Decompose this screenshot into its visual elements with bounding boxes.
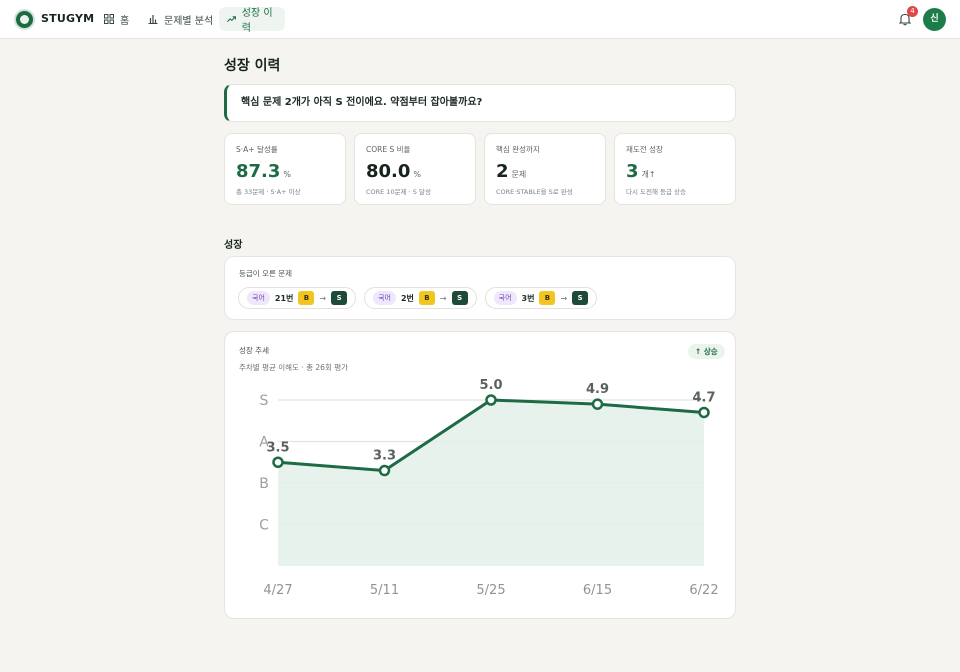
grade-from-badge: B xyxy=(418,291,435,305)
x-tick-label: 6/15 xyxy=(583,583,612,598)
stat-card-retry-growth: 재도전 성장 3 개↑ 다시 도전해 등급 상승 xyxy=(614,133,736,205)
stat-label: CORE S 비율 xyxy=(366,145,411,154)
stat-label: 재도전 성장 xyxy=(626,145,663,154)
y-tick-label: S xyxy=(260,393,269,409)
grade-up-chip[interactable]: 국어 2번 B → S xyxy=(364,287,477,309)
x-tick-label: 5/25 xyxy=(476,583,505,598)
logo-icon[interactable] xyxy=(14,9,35,30)
grade-up-chip[interactable]: 국어 3번 B → S xyxy=(484,287,598,309)
x-tick-label: 4/27 xyxy=(263,583,292,598)
x-tick-label: 6/22 xyxy=(689,583,718,598)
trending-up-icon xyxy=(227,16,236,23)
stat-unit: % xyxy=(413,170,422,179)
stat-card-core-remaining: 핵심 완성까지 2 문제 CORE·STABLE을 S로 완성 xyxy=(484,133,606,205)
nav-item-label: 문제별 분석 xyxy=(164,15,214,27)
problem-number: 3번 xyxy=(521,293,535,303)
data-point xyxy=(378,464,391,477)
nav-item-growth[interactable]: 성장 이력 xyxy=(219,7,285,34)
stat-unit: % xyxy=(283,170,292,179)
stat-value: 2 xyxy=(496,161,509,182)
x-tick-label: 5/11 xyxy=(370,583,399,598)
data-label: 4.7 xyxy=(692,390,715,405)
data-point xyxy=(485,394,497,406)
arrow-right-icon: → xyxy=(319,293,327,303)
stat-subtext: CORE·STABLE을 S로 완성 xyxy=(496,188,573,196)
nav-item-home[interactable]: 홈 xyxy=(96,7,137,31)
subject-tag: 국어 xyxy=(247,291,270,305)
brand-name[interactable]: STUGYM xyxy=(41,12,94,25)
section-title-growth: 성장 xyxy=(224,240,243,251)
stat-unit: 문제 xyxy=(511,170,527,179)
stat-subtext: CORE 10문제 · S 달성 xyxy=(366,188,431,196)
trend-chart: SABC3.53.35.0 4.94.74/27 5/11 5/25 6/15 6/22 xyxy=(259,378,718,598)
nav-item-analysis[interactable]: 문제별 분석 xyxy=(140,7,221,31)
data-label: 3.5 xyxy=(266,440,289,455)
arrow-right-icon: → xyxy=(439,293,447,303)
stat-subtext: 총 33문제 · S·A+ 이상 xyxy=(236,188,301,196)
area-fill xyxy=(278,400,704,566)
stat-value: 87.3 xyxy=(236,161,281,182)
problem-number: 2번 xyxy=(400,293,414,303)
data-point xyxy=(591,398,604,410)
data-point xyxy=(698,406,710,419)
arrow-right-icon: → xyxy=(560,293,568,303)
trend-card: 성장 추세 주차별 평균 이해도 · 총 26회 평가 ↑ 상승 S A B C 3.5… xyxy=(224,331,736,619)
stat-value: 3 xyxy=(626,161,639,182)
stat-label: 핵심 완성까지 xyxy=(496,145,540,154)
data-label: 4.9 xyxy=(586,382,609,397)
subject-tag: 국어 xyxy=(493,291,517,305)
grade-to-badge: S xyxy=(572,291,589,305)
grade-up-title: 등급이 오른 문제 xyxy=(239,269,293,278)
notice-banner: 핵심 문제 2개가 아직 S 전이에요. 약점부터 잡아볼까요? xyxy=(224,84,736,122)
data-label: 5.0 xyxy=(479,378,502,393)
stat-card-sa-rate: S·A+ 달성률 87.3 % 총 33문제 · S·A+ 이상 xyxy=(224,133,346,205)
y-tick-label: C xyxy=(259,518,269,534)
nav-item-label: 홈 xyxy=(120,15,130,27)
grade-from-badge: B xyxy=(539,291,556,305)
data-point xyxy=(272,456,284,468)
stat-label: S·A+ 달성률 xyxy=(236,145,278,154)
stat-subtext: 다시 도전해 등급 상승 xyxy=(626,188,687,196)
top-navigation: STUGYM 홈 문제별 분석 성장 이력 4 신 xyxy=(0,0,960,39)
grade-to-badge: S xyxy=(451,291,468,305)
grade-to-badge: S xyxy=(331,291,348,305)
grade-up-card: 등급이 오른 문제 국어 21번 B → S 국어 2번 B → S 국어 3번… xyxy=(224,256,736,320)
grade-from-badge: B xyxy=(298,291,315,305)
stat-unit: 개↑ xyxy=(641,170,656,179)
page-title: 성장 이력 xyxy=(224,58,281,74)
problem-number: 21번 xyxy=(274,293,294,303)
notification-badge: 4 xyxy=(907,6,918,17)
avatar[interactable]: 신 xyxy=(923,8,946,31)
nav-item-label: 성장 이력 xyxy=(241,8,273,34)
data-label: 3.3 xyxy=(373,449,396,464)
grade-up-chip[interactable]: 국어 21번 B → S xyxy=(238,287,357,309)
grid-icon xyxy=(104,14,114,24)
y-tick-label: B xyxy=(259,476,269,492)
stat-card-core-s-ratio: CORE S 비율 80.0 % CORE 10문제 · S 달성 xyxy=(354,133,476,205)
subject-tag: 국어 xyxy=(373,291,396,305)
stat-value: 80.0 xyxy=(366,161,411,182)
grade-up-list: 국어 21번 B → S 국어 2번 B → S 국어 3번 B → S xyxy=(238,287,598,309)
bar-chart-icon xyxy=(148,15,158,24)
